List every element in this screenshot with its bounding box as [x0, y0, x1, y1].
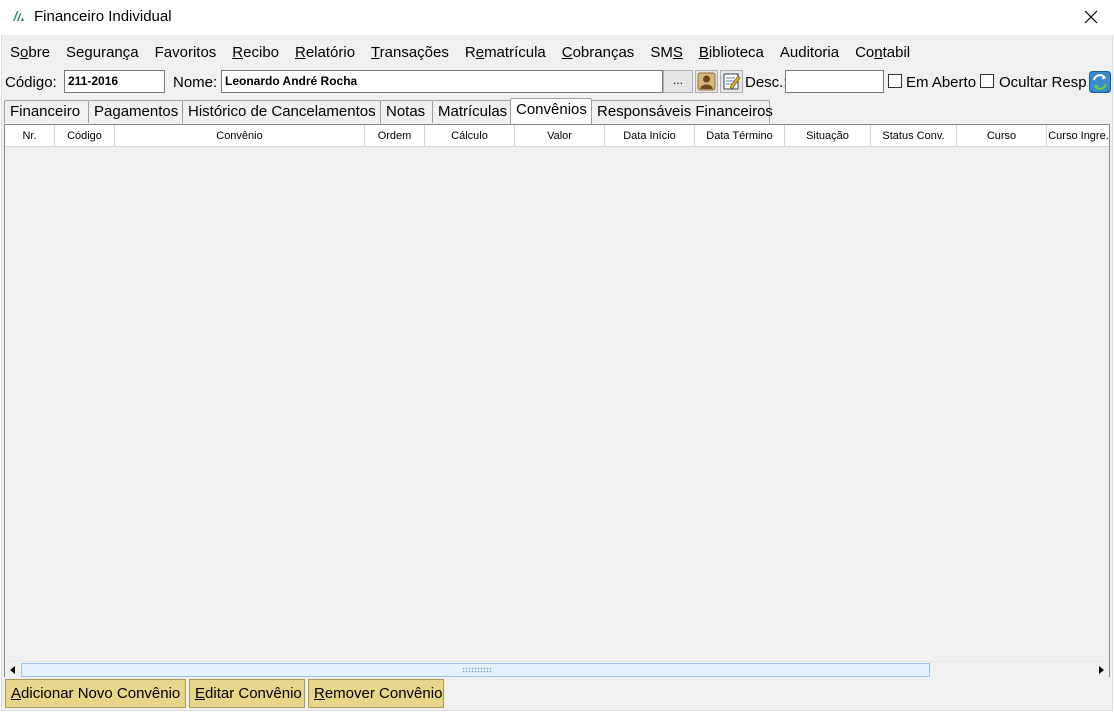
menu-item-text: matrícula	[484, 43, 546, 61]
desc-field[interactable]	[785, 70, 884, 93]
remove-convenio-button[interactable]: Remover Convênio	[308, 679, 444, 708]
column-header[interactable]: Curso Ingre.	[1047, 125, 1109, 146]
menu-item[interactable]: Segurança	[66, 44, 139, 61]
menu-item[interactable]: Auditoria	[780, 44, 839, 61]
scroll-right-button[interactable]	[1093, 662, 1109, 678]
menu-item-mnemonic: e	[475, 43, 485, 61]
menu-item-mnemonic: R	[295, 43, 306, 61]
column-header[interactable]: Código	[55, 125, 115, 146]
scroll-left-arrow-icon	[10, 666, 15, 674]
column-header[interactable]: Convênio	[115, 125, 365, 146]
menu-item[interactable]: Cobranças	[562, 44, 635, 61]
desc-label: Desc.:	[745, 74, 788, 91]
refresh-icon	[1088, 70, 1111, 93]
edit-convenio-mnemonic: E	[195, 685, 206, 702]
refresh-button[interactable]	[1088, 70, 1111, 93]
tab-5[interactable]: Convênios	[510, 98, 592, 124]
menu-item-text: Seguran	[66, 43, 123, 61]
menu-item-mnemonic: R	[232, 43, 244, 61]
search-student-button[interactable]: ...	[663, 70, 693, 93]
menu-item-text: ecibo	[243, 43, 279, 61]
column-header[interactable]: Data Início	[605, 125, 695, 146]
window-body: Sobre Segurança Favoritos Recibo Relatório Tr…	[1, 35, 1113, 711]
menu-item[interactable]: Rematrícula	[465, 44, 546, 61]
column-header[interactable]: Valor	[515, 125, 605, 146]
scroll-left-button[interactable]	[5, 662, 21, 678]
menu-item-text: ransações	[379, 43, 449, 61]
scroll-right-arrow-icon	[1099, 666, 1104, 674]
menu-item-mnemonic: C	[561, 43, 573, 61]
menu-item[interactable]: Sobre	[10, 44, 50, 61]
menu-item[interactable]: Contabil	[855, 44, 910, 61]
menu-item[interactable]: SMS	[650, 44, 683, 61]
codigo-field[interactable]: 211-2016	[64, 70, 165, 93]
menu-item-text: Favoritos	[154, 43, 217, 61]
menu-item-text: S	[10, 43, 21, 61]
menu-item-mnemonic: n	[874, 43, 883, 61]
ocultar-resp-label: Ocultar Resp.	[999, 74, 1091, 91]
tab-strip: Financeiro Pagamentos Histórico de Cancela…	[4, 98, 1104, 124]
menu-item-mnemonic: T	[371, 43, 380, 61]
scrollbar-thumb[interactable]	[21, 663, 930, 677]
em-aberto-label: Em Aberto	[906, 74, 977, 91]
student-toolbar: Código: 211-2016 Nome: Leonardo André Ro…	[2, 69, 1112, 97]
column-header[interactable]: Status Conv.	[871, 125, 957, 146]
edit-convenio-button[interactable]: Editar Convênio	[189, 679, 305, 708]
menu-item-text: bre	[28, 43, 51, 61]
nome-label: Nome:	[173, 74, 218, 91]
menu-item-text: Co	[855, 43, 875, 61]
nome-field[interactable]: Leonardo André Rocha	[221, 70, 663, 93]
convenios-grid[interactable]: Nr. Código Convênio Ordem Cálculo Valor Data I…	[4, 124, 1110, 677]
person-card-icon	[697, 72, 716, 91]
tab-2[interactable]: Histórico de Cancelamentos	[182, 100, 381, 123]
menu-item-text: SM	[650, 43, 673, 61]
menu-item-text: a	[130, 43, 139, 61]
menu-item[interactable]: Recibo	[232, 44, 279, 61]
tab-4[interactable]: Matrículas	[432, 100, 511, 123]
tab-1[interactable]: Pagamentos	[88, 100, 183, 123]
menu-item[interactable]: Favoritos	[155, 44, 217, 61]
person-card-button[interactable]	[695, 70, 718, 93]
column-header[interactable]: Cálculo	[425, 125, 515, 146]
edit-note-button[interactable]	[720, 70, 743, 93]
menu-item-mnemonic: B	[698, 43, 709, 61]
remove-convenio-mnemonic: R	[314, 685, 325, 702]
edit-convenio-label: ditar Convênio	[205, 685, 302, 702]
close-button[interactable]	[1068, 0, 1114, 34]
menu-item-text: tabil	[882, 43, 911, 61]
column-header[interactable]: Data Término	[695, 125, 785, 146]
menu-bar: Sobre Segurança Favoritos Recibo Relatório Tr…	[2, 35, 1112, 69]
grid-header: Nr. Código Convênio Ordem Cálculo Valor Data I…	[5, 125, 1109, 147]
add-convenio-mnemonic: A	[11, 685, 22, 702]
horizontal-scrollbar[interactable]	[5, 661, 1109, 677]
edit-note-icon	[723, 73, 741, 90]
column-header[interactable]: Situação	[785, 125, 871, 146]
menu-item[interactable]: Relatório	[295, 44, 355, 61]
menu-item-text: Auditoria	[779, 43, 840, 61]
window-title: Financeiro Individual	[34, 8, 172, 25]
codigo-label: Código:	[5, 74, 57, 91]
em-aberto-checkbox[interactable]	[888, 74, 902, 88]
scrollbar-grip	[462, 667, 492, 673]
menu-item-text: elatório	[305, 43, 356, 61]
menu-item-mnemonic: S	[672, 43, 683, 61]
remove-convenio-label: emover Convênio	[324, 685, 443, 702]
menu-item-text: iblioteca	[708, 43, 764, 61]
column-header[interactable]: Ordem	[365, 125, 425, 146]
ocultar-resp-checkbox[interactable]	[980, 74, 994, 88]
app-logo-icon	[13, 11, 24, 21]
tab-3[interactable]: Notas	[380, 100, 433, 123]
tab-6[interactable]: Responsáveis Financeiros	[591, 100, 773, 123]
title-bar: Financeiro Individual	[0, 0, 1114, 35]
tab-0[interactable]: Financeiro	[4, 100, 89, 123]
menu-item-text: R	[464, 43, 476, 61]
add-convenio-button[interactable]: Adicionar Novo Convênio	[5, 679, 186, 708]
close-icon	[1084, 10, 1098, 24]
add-convenio-label: dicionar Novo Convênio	[21, 685, 181, 702]
menu-item[interactable]: Transações	[371, 44, 449, 61]
menu-item[interactable]: Biblioteca	[699, 44, 764, 61]
column-header[interactable]: Nr.	[5, 125, 55, 146]
column-header[interactable]: Curso	[957, 125, 1047, 146]
menu-item-text: obranças	[572, 43, 635, 61]
